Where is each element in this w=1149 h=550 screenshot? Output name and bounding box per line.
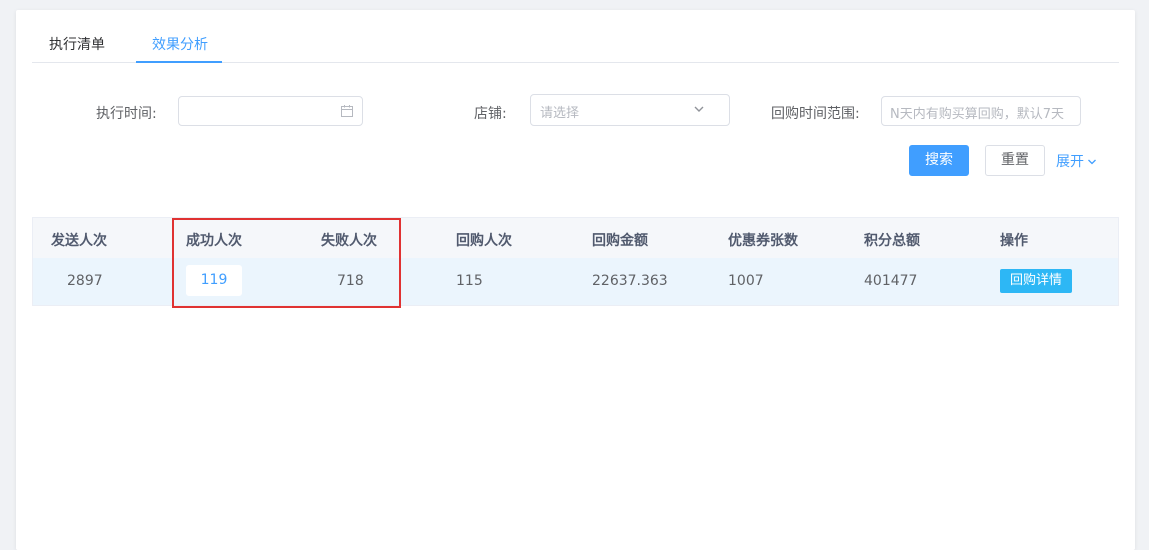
repurchase-range-placeholder: N天内有购买算回购，默认7天: [890, 107, 1064, 122]
calendar-icon[interactable]: [340, 104, 354, 118]
header-action: 操作: [1000, 233, 1028, 249]
expand-label: 展开: [1056, 154, 1084, 170]
cell-sent: 2897: [67, 273, 103, 289]
cell-repurchase-count: 115: [456, 273, 483, 289]
exec-time-input[interactable]: [178, 96, 363, 126]
header-repurchase-amount: 回购金额: [592, 233, 648, 249]
header-coupon-count: 优惠券张数: [728, 233, 798, 249]
header-repurchase-count: 回购人次: [456, 233, 512, 249]
repurchase-range-label: 回购时间范围:: [771, 106, 860, 122]
store-select-placeholder: 请选择: [540, 106, 580, 121]
tab-bar: 执行清单 效果分析: [32, 36, 1119, 63]
exec-time-label: 执行时间:: [96, 106, 157, 122]
cell-coupon-count: 1007: [728, 273, 764, 289]
tab-effect-analysis[interactable]: 效果分析: [136, 36, 222, 63]
chevron-down-icon: [694, 106, 704, 112]
store-label: 店铺:: [474, 106, 507, 122]
reset-button[interactable]: 重置: [985, 145, 1045, 176]
header-sent: 发送人次: [51, 233, 107, 249]
repurchase-range-input[interactable]: N天内有购买算回购，默认7天: [881, 96, 1081, 126]
search-button[interactable]: 搜索: [909, 145, 969, 176]
header-points-total: 积分总额: [864, 233, 920, 249]
chevron-down-icon: [1088, 159, 1096, 165]
store-select[interactable]: 请选择: [530, 94, 730, 126]
highlight-box: [172, 218, 401, 308]
repurchase-detail-button[interactable]: 回购详情: [1000, 269, 1072, 293]
page-scrollbar[interactable]: [1140, 0, 1149, 528]
tab-execution-list[interactable]: 执行清单: [49, 36, 105, 62]
cell-points-total: 401477: [864, 273, 918, 289]
cell-repurchase-amount: 22637.363: [592, 273, 668, 289]
expand-toggle[interactable]: 展开: [1056, 151, 1097, 171]
